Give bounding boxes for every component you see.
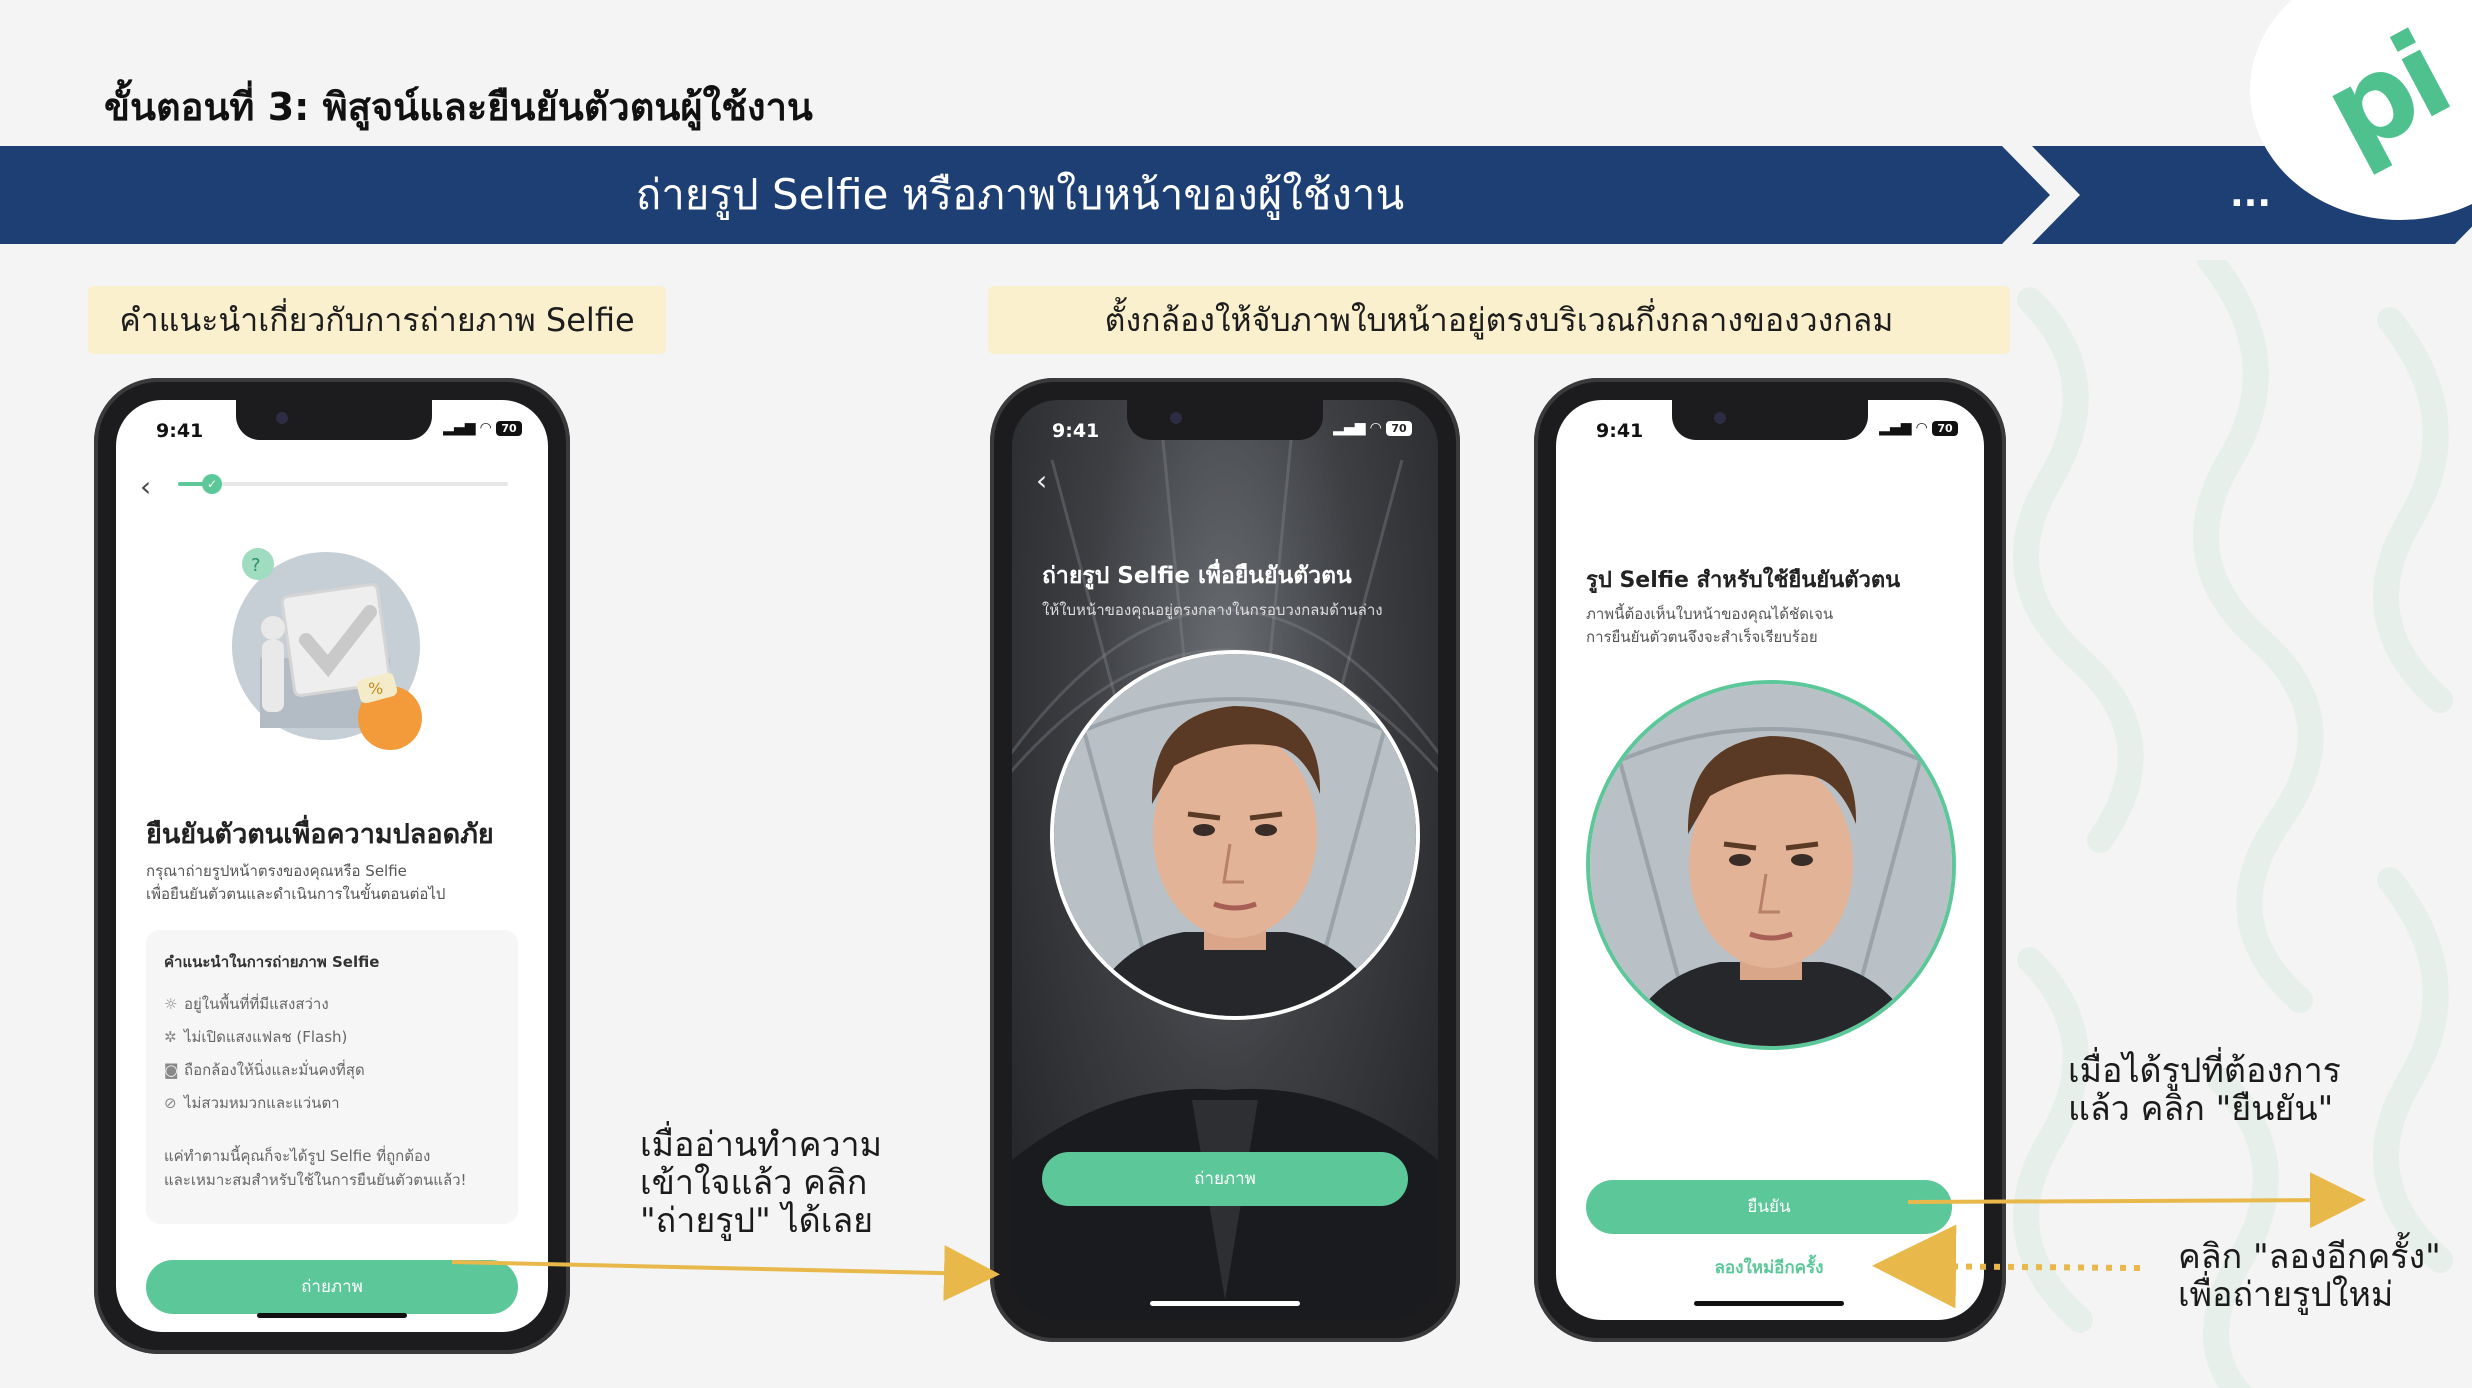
annotation-arrows xyxy=(451,1172,2366,1309)
note-take-photo: เมื่ออ่านทำความ เข้าใจแล้ว คลิก "ถ่ายรูป… xyxy=(640,1125,883,1241)
note-retry: คลิก "ลองอีกครั้ง" เพื่อถ่ายรูปใหม่ xyxy=(2178,1237,2441,1315)
note-confirm: เมื่อได้รูปที่ต้องการ แล้ว คลิก "ยืนยัน" xyxy=(2068,1051,2341,1129)
